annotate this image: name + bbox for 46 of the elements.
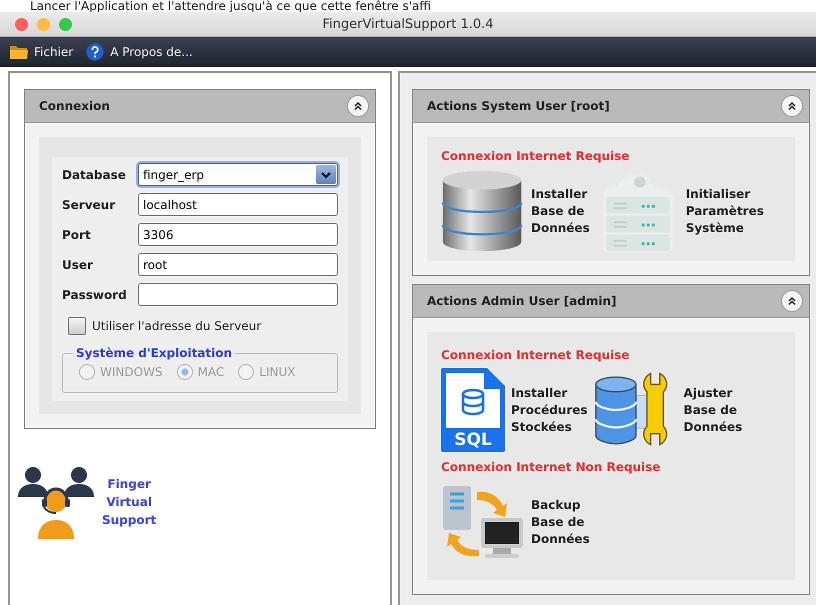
brand-text: Finger Virtual Support [102,476,156,529]
group-title: Système d'Exploitation [75,346,234,360]
dropdown-icon [316,165,336,184]
help-icon [85,43,106,61]
menu-item[interactable]: A Propos de... [82,41,196,63]
action-button[interactable]: SQL Installer Procédures Stockées [441,368,588,452]
input-field[interactable]: 3306 [138,223,338,246]
notice-text: Connexion Internet Requise [441,149,630,163]
action-button[interactable]: Initialiser Paramètres Système [596,169,764,253]
collapse-button[interactable] [781,95,803,117]
action-button[interactable]: Ajuster Base de Données [594,368,742,452]
checkbox-label: Utiliser l'adresse du Serveur [92,319,262,333]
field-label: User [62,258,94,272]
file-type-label: SQL [453,431,493,449]
file-icon [441,368,505,452]
notice-text: Connexion Internet Non Requise [441,460,662,474]
database-combo[interactable]: finger_erp [138,163,338,186]
database-icon [441,169,525,253]
menu-item[interactable]: Fichier [6,41,76,63]
minimize-button[interactable] [37,18,50,30]
field-label: Database [62,168,127,182]
chevrons-up-icon [786,100,798,112]
input-field[interactable]: root [138,253,338,276]
radio-label: WINDOWS [100,365,163,379]
checkbox[interactable] [68,317,86,335]
radio-label: LINUX [259,365,296,379]
collapse-button[interactable] [781,290,803,312]
collapse-button[interactable] [347,95,369,117]
folder-icon [9,43,29,61]
chevrons-up-icon [786,295,798,307]
panel-title: Actions System User [root] [427,99,610,113]
notice-text: Connexion Internet Requise [441,348,630,362]
field-label: Serveur [62,198,116,212]
field-label: Port [62,228,92,242]
window-title: FingerVirtualSupport 1.0.4 [322,16,494,32]
chevrons-up-icon [352,100,364,112]
input-field[interactable]: localhost [138,193,338,216]
panel-title: Actions Admin User [admin] [427,294,617,308]
action-button[interactable]: Installer Base de Données [441,169,590,253]
panel-title: Connexion [39,99,110,113]
field-label: Password [62,288,128,302]
action-button[interactable]: Backup Base de Données [441,480,590,564]
password-field[interactable] [138,283,338,306]
zoom-button[interactable] [59,18,72,30]
close-button[interactable] [15,18,28,30]
radio-label: MAC [198,365,224,379]
